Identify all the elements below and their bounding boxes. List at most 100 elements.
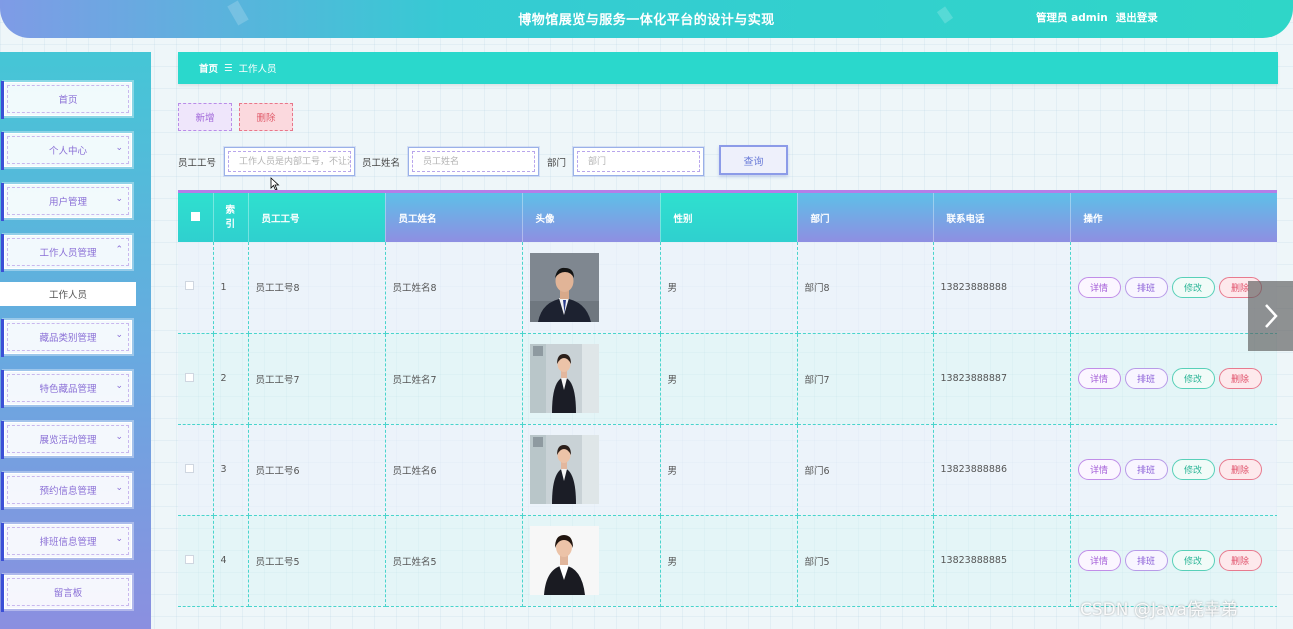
avatar (529, 435, 599, 504)
user-label: 管理员 admin (1036, 12, 1108, 24)
column-header-emp-no: 员工工号 (248, 193, 386, 242)
sidebar-item-label: 展览活动管理 (39, 435, 97, 446)
edit-button[interactable]: 修改 (1171, 276, 1215, 298)
row-name: 员工姓名7 (385, 333, 523, 425)
row-name: 员工姓名8 (385, 242, 523, 334)
chevron-up-icon: ⌃ (115, 245, 123, 255)
row-delete-button[interactable]: 删除 (1218, 459, 1262, 480)
row-emp-no: 员工工号5 (248, 515, 386, 607)
table-header-row: 索 引 员工工号 员工姓名 头像 性别 部门 联系电话 操作 (178, 193, 1277, 242)
sidebar-item-label: 预约信息管理 (39, 486, 97, 497)
schedule-button[interactable]: 排班 (1124, 550, 1168, 571)
sidebar-item-staff-management[interactable]: 工作人员管理 ⌃ (1, 234, 132, 272)
select-all-cell (178, 193, 214, 242)
schedule-button[interactable]: 排班 (1124, 276, 1168, 298)
edit-button[interactable]: 修改 (1171, 368, 1215, 389)
dept-input[interactable] (577, 151, 700, 172)
row-gender: 男 (660, 333, 798, 425)
row-checkbox[interactable] (185, 281, 194, 291)
name-input[interactable] (412, 151, 535, 172)
sidebar-item-scheduling[interactable]: 排班信息管理 ⌄ (1, 523, 132, 561)
column-header-name: 员工姓名 (385, 193, 523, 242)
search-label-dept: 部门 (547, 158, 567, 169)
row-dept: 部门5 (797, 515, 934, 607)
edit-button[interactable]: 修改 (1171, 459, 1215, 480)
column-header-actions: 操作 (1070, 193, 1277, 242)
sidebar-item-label: 排班信息管理 (39, 537, 97, 548)
row-index: 3 (213, 424, 249, 516)
sidebar-item-home[interactable]: 首页 (1, 81, 132, 119)
row-delete-button[interactable]: 删除 (1218, 368, 1262, 389)
row-dept: 部门8 (797, 242, 934, 334)
sidebar-subitem-staff[interactable]: 工作人员 (0, 282, 136, 306)
sidebar-item-personal-center[interactable]: 个人中心 ⌄ (1, 132, 132, 170)
chevron-down-icon: ⌄ (115, 534, 123, 544)
detail-button[interactable]: 详情 (1077, 550, 1121, 571)
logout-link[interactable]: 退出登录 (1116, 10, 1158, 25)
schedule-button[interactable]: 排班 (1124, 459, 1168, 480)
row-checkbox[interactable] (185, 372, 194, 382)
row-name: 员工姓名5 (385, 515, 523, 607)
row-phone: 13823888886 (933, 424, 1071, 516)
column-header-gender: 性别 (660, 193, 798, 242)
avatar (529, 252, 599, 322)
row-dept: 部门7 (797, 333, 934, 425)
sidebar-item-collection-category[interactable]: 藏品类别管理 ⌄ (1, 319, 132, 357)
search-button[interactable]: 查询 (719, 145, 788, 175)
table-row: 2 员工工号7 员工姓名7 男 部门7 13823888887 详情 排班 修改… (178, 333, 1277, 425)
delete-button[interactable]: 删除 (239, 103, 293, 131)
row-phone: 13823888887 (933, 333, 1071, 425)
avatar (529, 526, 599, 595)
menu-icon: ☰ (224, 62, 233, 74)
breadcrumb-home[interactable]: 首页 (199, 61, 218, 75)
row-emp-no: 员工工号6 (248, 424, 386, 516)
sidebar-item-label: 个人中心 (48, 146, 87, 157)
column-header-phone: 联系电话 (933, 193, 1071, 242)
emp-no-input[interactable] (228, 151, 351, 172)
detail-button[interactable]: 详情 (1077, 368, 1121, 389)
sidebar-item-exhibition[interactable]: 展览活动管理 ⌄ (1, 421, 132, 459)
avatar (529, 344, 599, 413)
search-label-name: 员工姓名 (362, 158, 401, 169)
add-button[interactable]: 新增 (178, 103, 232, 131)
next-arrow-button[interactable] (1248, 281, 1293, 351)
row-gender: 男 (660, 424, 798, 516)
column-header-dept: 部门 (797, 193, 934, 242)
row-index: 4 (213, 515, 249, 607)
edit-button[interactable]: 修改 (1171, 550, 1215, 571)
row-gender: 男 (660, 515, 798, 607)
chevron-down-icon: ⌄ (115, 432, 123, 442)
table-row: 3 员工工号6 员工姓名6 男 部门6 13823888886 详情 排班 修改… (178, 424, 1277, 516)
row-index: 1 (213, 242, 249, 334)
detail-button[interactable]: 详情 (1077, 459, 1121, 480)
schedule-button[interactable]: 排班 (1124, 368, 1168, 389)
row-gender: 男 (660, 242, 798, 334)
sidebar-item-reservation[interactable]: 预约信息管理 ⌄ (1, 472, 132, 510)
row-checkbox[interactable] (185, 463, 194, 473)
emp-no-field-wrap (224, 147, 355, 176)
name-field-wrap (408, 147, 539, 176)
row-phone: 13823888885 (933, 515, 1071, 607)
detail-button[interactable]: 详情 (1077, 276, 1121, 298)
sidebar-item-label: 留言板 (53, 588, 83, 599)
select-all-checkbox[interactable] (191, 211, 200, 221)
top-header: 博物馆展览与服务一体化平台的设计与实现 管理员 admin 退出登录 (0, 0, 1293, 38)
column-header-index: 索 引 (213, 193, 249, 242)
row-delete-button[interactable]: 删除 (1218, 550, 1262, 571)
sidebar-item-featured-collection[interactable]: 特色藏品管理 ⌄ (1, 370, 132, 408)
table-row: 1 员工工号8 员工姓名8 男 部门8 13823888888 详情 排班 修改… (178, 242, 1277, 334)
chevron-down-icon: ⌄ (115, 381, 123, 391)
row-emp-no: 员工工号8 (248, 242, 386, 334)
dept-field-wrap (573, 147, 704, 176)
sidebar-item-label: 用户管理 (48, 197, 87, 208)
row-name: 员工姓名6 (385, 424, 523, 516)
sidebar-item-label: 藏品类别管理 (39, 333, 97, 344)
row-checkbox[interactable] (185, 554, 194, 564)
user-area: 管理员 admin 退出登录 (1036, 10, 1158, 25)
breadcrumb-current: 工作人员 (238, 64, 277, 75)
sidebar-item-label: 工作人员管理 (39, 248, 97, 259)
sidebar-item-user-management[interactable]: 用户管理 ⌄ (1, 183, 132, 221)
chevron-down-icon: ⌄ (115, 330, 123, 340)
sidebar-item-message-board[interactable]: 留言板 (1, 574, 132, 612)
breadcrumb: 首页 ☰ 工作人员 (178, 52, 1278, 84)
